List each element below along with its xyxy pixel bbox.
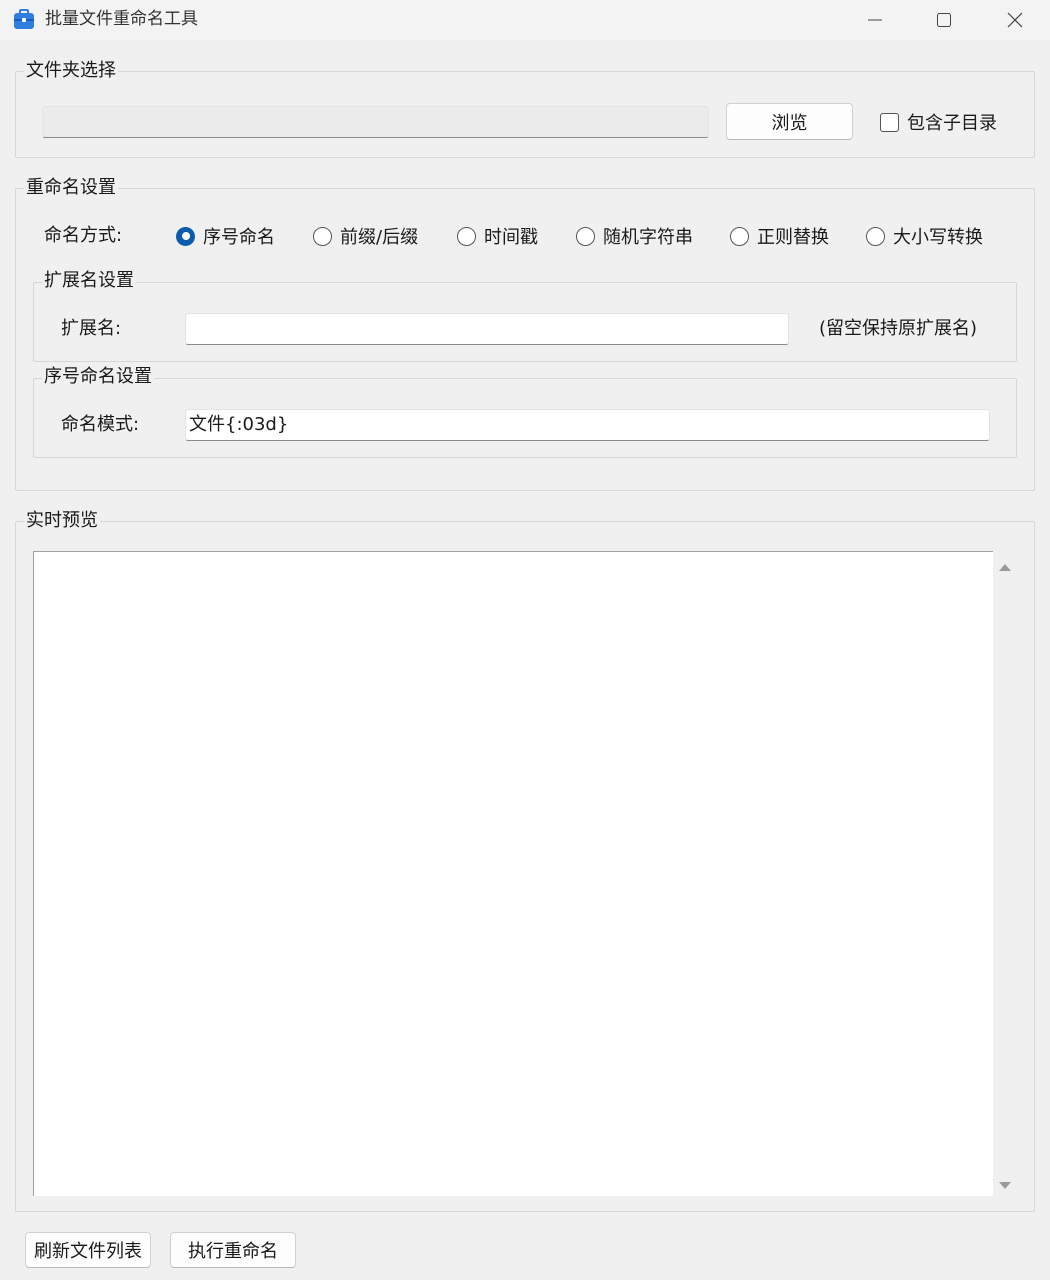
radio-random-string[interactable]: 随机字符串 (576, 224, 693, 248)
radio-case-convert-label: 大小写转换 (893, 227, 983, 248)
radio-regex-replace-indicator[interactable] (730, 226, 749, 246)
window-title: 批量文件重命名工具 (45, 9, 198, 29)
scroll-down-icon[interactable] (993, 1173, 1017, 1197)
scroll-up-icon[interactable] (993, 555, 1017, 579)
include-subdirs-label: 包含子目录 (907, 113, 997, 134)
execute-rename-button[interactable]: 执行重命名 (170, 1232, 296, 1268)
maximize-button[interactable] (909, 0, 979, 40)
pattern-input[interactable]: 文件{:03d} (185, 409, 990, 441)
radio-timestamp-label: 时间戳 (484, 227, 538, 248)
toolbox-icon (14, 9, 34, 29)
radio-sequence[interactable]: 序号命名 (176, 224, 275, 248)
preview-text-area[interactable] (33, 551, 993, 1196)
radio-case-convert-indicator[interactable] (866, 226, 885, 246)
extension-group-label: 扩展名设置 (42, 270, 136, 292)
include-subdirs-checkbox[interactable]: 包含子目录 (880, 110, 997, 134)
minimize-button[interactable] (840, 0, 910, 40)
radio-timestamp[interactable]: 时间戳 (457, 224, 538, 248)
radio-prefix-suffix-indicator[interactable] (313, 226, 332, 246)
radio-prefix-suffix-label: 前缀/后缀 (340, 227, 419, 248)
radio-sequence-label: 序号命名 (203, 227, 275, 248)
sequence-group-label: 序号命名设置 (42, 366, 154, 388)
radio-regex-replace-label: 正则替换 (757, 227, 829, 248)
radio-case-convert[interactable]: 大小写转换 (866, 224, 983, 248)
extension-input[interactable] (185, 313, 789, 345)
minimize-icon (868, 19, 882, 21)
radio-timestamp-indicator[interactable] (457, 226, 476, 246)
folder-path-input[interactable] (42, 106, 709, 138)
radio-random-string-indicator[interactable] (576, 226, 595, 246)
maximize-icon (937, 13, 951, 27)
radio-random-string-label: 随机字符串 (603, 227, 693, 248)
radio-regex-replace[interactable]: 正则替换 (730, 224, 829, 248)
folder-group-label: 文件夹选择 (24, 60, 118, 82)
browse-button[interactable]: 浏览 (726, 103, 853, 140)
refresh-file-list-button[interactable]: 刷新文件列表 (25, 1232, 151, 1268)
close-button[interactable] (980, 0, 1050, 40)
radio-sequence-indicator[interactable] (176, 226, 195, 246)
extension-field-label: 扩展名: (61, 318, 122, 339)
mode-label: 命名方式: (44, 225, 123, 246)
radio-prefix-suffix[interactable]: 前缀/后缀 (313, 224, 418, 248)
close-icon (1007, 12, 1023, 28)
preview-scrollbar[interactable] (993, 551, 1017, 1196)
include-subdirs-box[interactable] (880, 112, 899, 132)
rename-group-label: 重命名设置 (24, 177, 118, 199)
preview-group-label: 实时预览 (24, 510, 100, 532)
extension-hint: (留空保持原扩展名) (819, 318, 978, 339)
pattern-field-label: 命名模式: (61, 414, 140, 435)
title-bar: 批量文件重命名工具 (0, 0, 1050, 40)
